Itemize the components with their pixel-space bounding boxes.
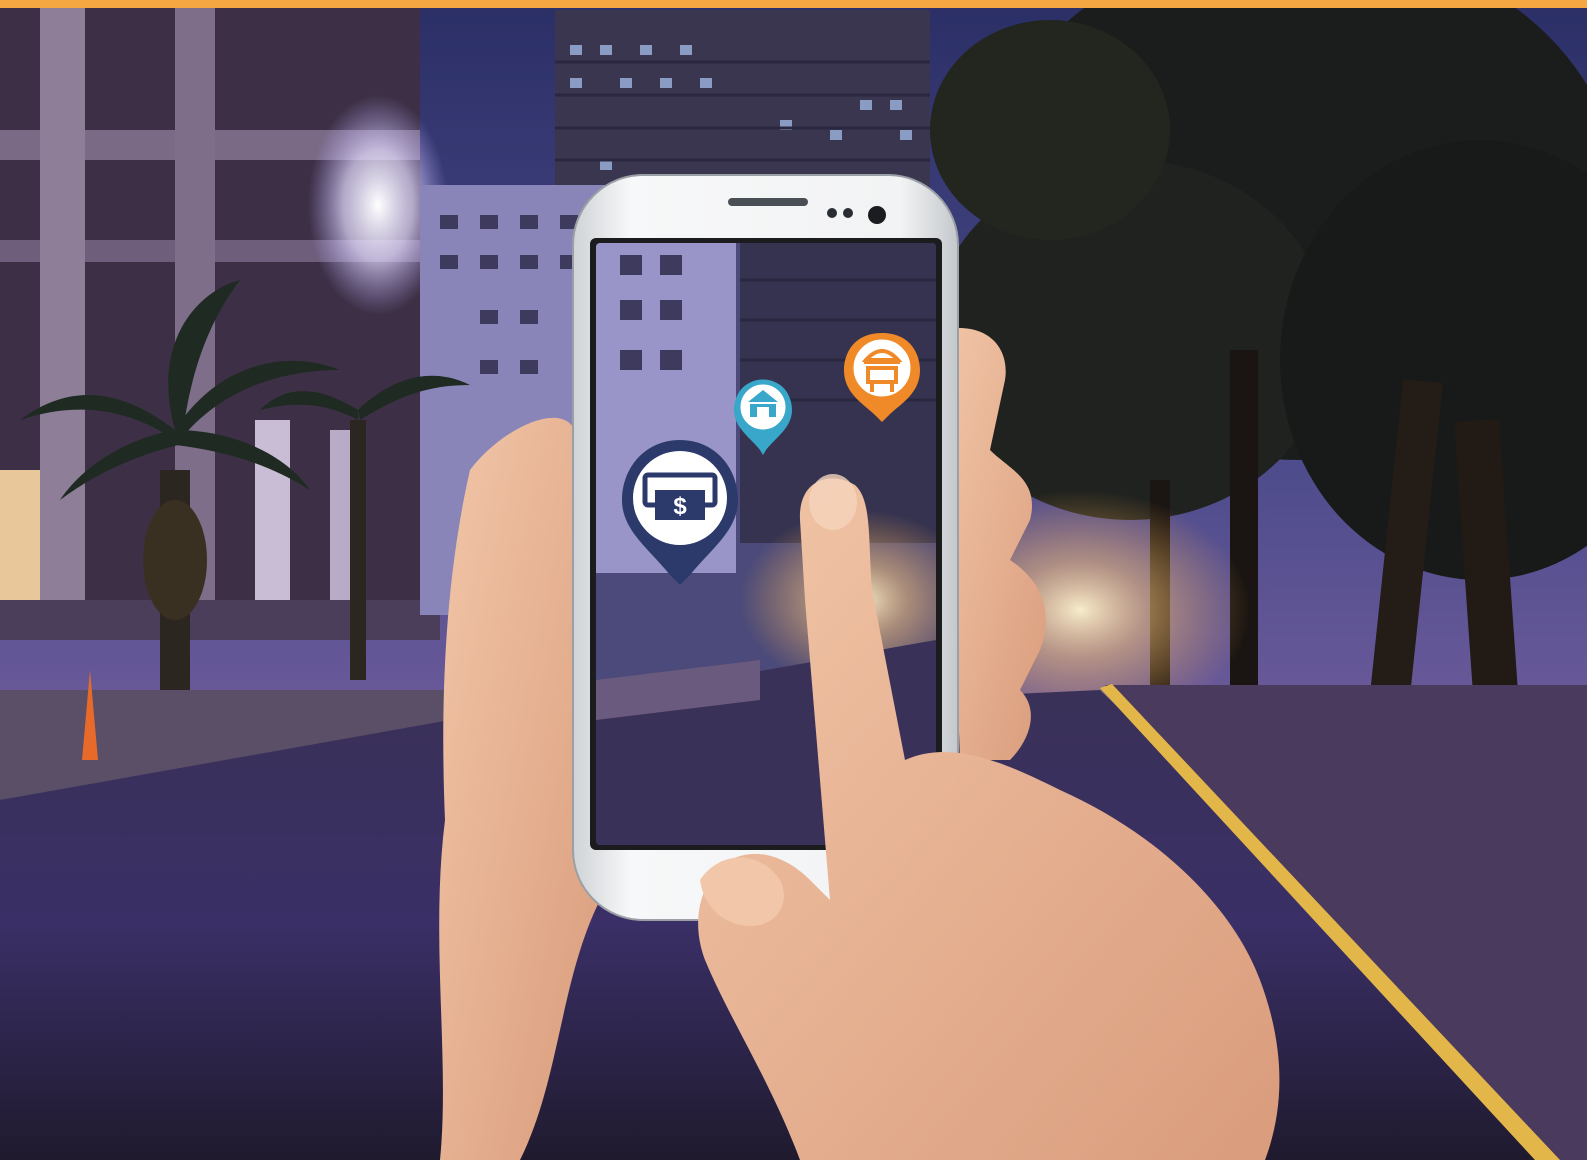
atm-dollar-symbol: $ xyxy=(673,493,687,520)
scene-illustration: $ xyxy=(0,0,1587,1160)
front-camera xyxy=(868,206,886,224)
front-sensor xyxy=(827,208,837,218)
ar-city-night-scene: $ xyxy=(0,0,1587,1160)
top-accent-strip xyxy=(0,0,1587,8)
fingertip xyxy=(809,474,857,530)
earpiece-speaker xyxy=(728,198,808,206)
